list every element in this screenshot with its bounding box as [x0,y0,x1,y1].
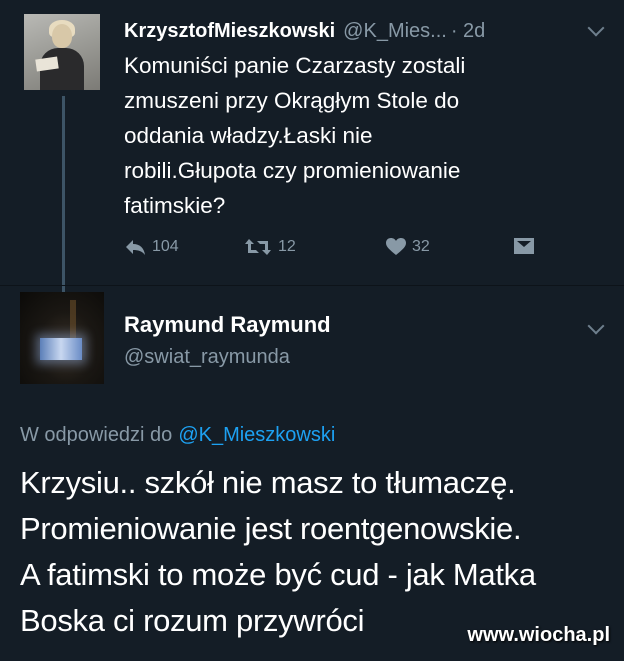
chevron-down-icon[interactable] [587,317,605,335]
author-handle[interactable]: @K_Mies... [343,20,447,43]
heart-icon [386,238,406,255]
reply-author-avatar[interactable] [20,292,104,384]
thread-connector-line [62,96,65,294]
in-reply-to-label: W odpowiedzi do [20,424,173,446]
tweet-actions: 104 12 32 [124,238,544,266]
tweet-text-line: zmuszeni przy Okrągłym Stole do [124,88,460,113]
retweet-count: 12 [278,238,296,255]
tweet-text-line: oddania władzy.Łaski nie [124,123,373,148]
retweet-button[interactable]: 12 [244,238,296,256]
direct-message-icon [514,238,534,254]
reply-text-line: Krzysiu.. szkół nie masz to tłumaczę. [20,465,516,500]
direct-message-button[interactable] [514,238,534,254]
tweet-divider [0,285,624,286]
original-tweet: KrzysztofMieszkowski @K_Mies... · 2d Kom… [0,0,624,294]
tweet-timestamp[interactable]: · 2d [451,20,485,43]
tweet-text: Komuniści panie Czarzasty zostali zmusze… [124,48,604,223]
reply-author-name[interactable]: Raymund Raymund [124,312,331,338]
mention-link[interactable]: @K_Mieszkowski [178,424,335,446]
tweet-text-line: fatimskie? [124,193,226,218]
reply-count: 104 [152,238,179,255]
reply-button[interactable]: 104 [124,238,179,256]
like-button[interactable]: 32 [386,238,430,256]
retweet-icon [245,239,271,255]
author-avatar[interactable] [24,14,100,90]
like-count: 32 [412,238,430,255]
in-reply-to: W odpowiedzi do @K_Mieszkowski [20,424,335,447]
reply-text: Krzysiu.. szkół nie masz to tłumaczę. Pr… [20,460,620,644]
tweet-header: KrzysztofMieszkowski @K_Mies... · 2d [124,16,604,46]
reply-text-line: A fatimski to może być cud - jak Matka [20,557,536,592]
watermark: www.wiocha.pl [467,624,610,646]
reply-text-line: Promieniowanie jest roentgenowskie. [20,511,522,546]
tweet-text-line: Komuniści panie Czarzasty zostali [124,53,466,78]
tweet-text-line: robili.Głupota czy promieniowanie [124,158,461,183]
author-name[interactable]: KrzysztofMieszkowski [124,20,335,43]
reply-icon [126,240,145,255]
reply-author-handle[interactable]: @swiat_raymunda [124,346,290,369]
